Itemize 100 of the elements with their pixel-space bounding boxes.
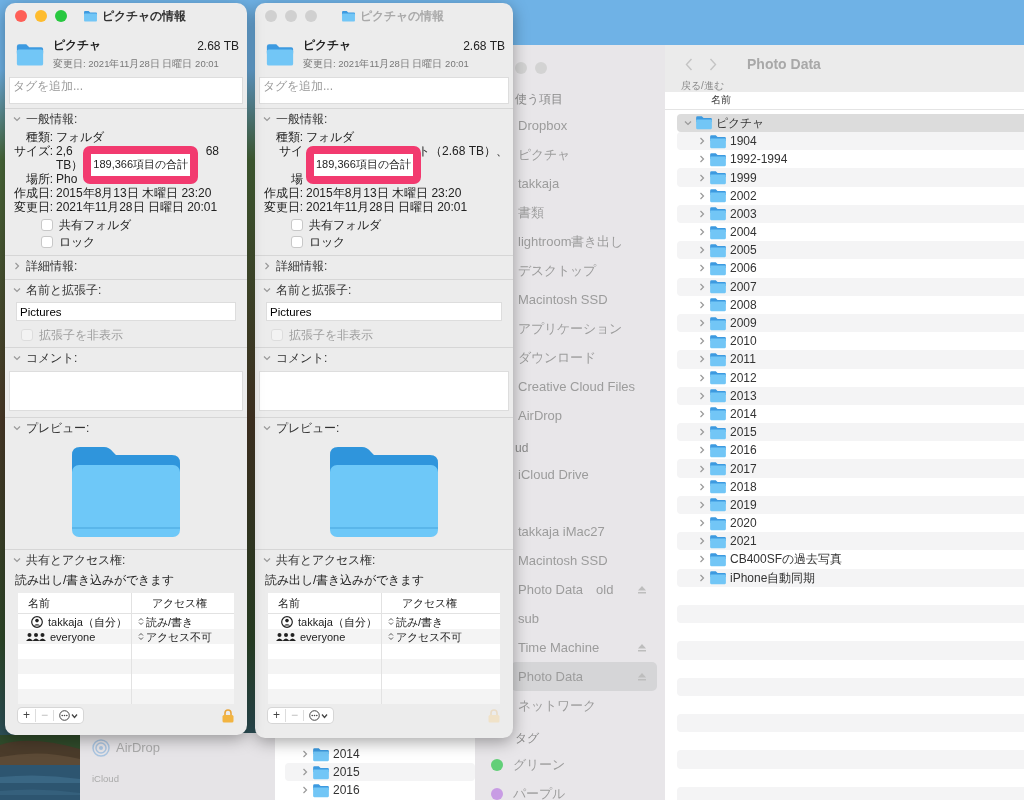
disclosure-chevron-icon[interactable] [263, 424, 271, 433]
disclosure-chevron-icon[interactable] [13, 424, 21, 433]
privilege-popup[interactable]: アクセス不可 [138, 628, 212, 645]
tree-row[interactable]: 2017 [677, 459, 1024, 478]
tree-row[interactable]: 2002 [677, 186, 1024, 205]
disclosure-chevron-icon[interactable] [698, 537, 706, 546]
updown-arrows-icon [138, 617, 144, 627]
tree-row[interactable]: CB400SFの過去写真 [677, 550, 1024, 569]
tree-row[interactable]: 2010 [677, 332, 1024, 351]
tree-row[interactable]: 2015 [285, 763, 475, 782]
tree-row[interactable]: 2008 [677, 295, 1024, 314]
disclosure-chevron-icon[interactable] [698, 282, 706, 291]
tree-row[interactable]: 1904 [677, 132, 1024, 151]
disclosure-chevron-icon[interactable] [698, 137, 706, 146]
tree-row[interactable]: 2021 [677, 532, 1024, 551]
disclosure-chevron-icon[interactable] [698, 191, 706, 200]
disclosure-chevron-icon[interactable] [301, 750, 309, 759]
disclosure-chevron-icon[interactable] [698, 246, 706, 255]
tree-row[interactable]: 2013 [677, 386, 1024, 405]
name-field[interactable]: Pictures [16, 302, 236, 322]
tree-row[interactable]: ピクチャ [677, 113, 1024, 133]
disclosure-chevron-icon[interactable] [698, 573, 706, 582]
folder-icon [709, 424, 727, 440]
disclosure-chevron-icon[interactable] [698, 482, 706, 491]
add-button[interactable]: + [18, 709, 35, 723]
tree-row[interactable]: 1992-1994 [677, 150, 1024, 169]
minimize-button[interactable] [285, 10, 297, 22]
privilege-popup[interactable]: 読み/書き [388, 613, 444, 630]
tree-row[interactable]: 2018 [677, 477, 1024, 496]
disclosure-chevron-icon[interactable] [698, 500, 706, 509]
disclosure-chevron-icon[interactable] [698, 355, 706, 364]
tree-row[interactable]: 2014 [677, 404, 1024, 424]
checkbox[interactable] [41, 236, 53, 249]
tree-row[interactable]: 2012 [677, 368, 1024, 387]
section-title: 名前と拡張子: [276, 283, 352, 298]
add-button[interactable]: + [268, 709, 285, 723]
caret-icon [321, 712, 329, 719]
tree-row[interactable]: 2016 [285, 781, 475, 800]
disclosure-chevron-icon[interactable] [263, 556, 271, 565]
close-button[interactable] [15, 10, 27, 22]
disclosure-chevron-icon[interactable] [263, 354, 271, 363]
disclosure-chevron-icon[interactable] [698, 446, 706, 455]
folder-icon [709, 370, 727, 386]
disclosure-chevron-icon[interactable] [698, 555, 706, 564]
privilege-popup[interactable]: 読み/書き [138, 613, 194, 630]
comment-field[interactable] [259, 371, 509, 412]
tree-row[interactable]: 2005 [677, 241, 1024, 260]
disclosure-chevron-icon[interactable] [13, 556, 21, 565]
window-button[interactable] [515, 62, 527, 74]
checkbox[interactable] [291, 219, 303, 232]
zoom-button[interactable] [305, 10, 317, 22]
disclosure-chevron-icon[interactable] [698, 428, 706, 437]
disclosure-chevron-icon[interactable] [698, 519, 706, 528]
disclosure-chevron-icon[interactable] [698, 228, 706, 237]
tree-row[interactable]: 2019 [677, 495, 1024, 514]
checkbox[interactable] [291, 236, 303, 249]
disclosure-chevron-icon[interactable] [698, 155, 706, 164]
tags-field[interactable]: タグを追加... [259, 77, 509, 105]
tree-row[interactable]: 2020 [677, 514, 1024, 533]
minimize-button[interactable] [35, 10, 47, 22]
tree-row[interactable]: 2003 [677, 204, 1024, 223]
disclosure-chevron-icon[interactable] [684, 118, 692, 127]
disclosure-chevron-icon[interactable] [13, 262, 21, 271]
tree-row[interactable]: iPhone自動同期 [677, 568, 1024, 587]
disclosure-chevron-icon[interactable] [263, 115, 271, 124]
tree-row[interactable]: 2006 [677, 259, 1024, 278]
tree-row[interactable]: 2016 [677, 441, 1024, 460]
tree-row[interactable]: 2014 [285, 745, 475, 764]
disclosure-chevron-icon[interactable] [698, 409, 706, 418]
tags-field[interactable]: タグを追加... [9, 77, 243, 105]
disclosure-chevron-icon[interactable] [698, 264, 706, 273]
privilege-popup[interactable]: アクセス不可 [388, 628, 462, 645]
disclosure-chevron-icon[interactable] [698, 209, 706, 218]
disclosure-chevron-icon[interactable] [698, 300, 706, 309]
disclosure-chevron-icon[interactable] [263, 262, 271, 271]
disclosure-chevron-icon[interactable] [13, 286, 21, 295]
disclosure-chevron-icon[interactable] [301, 768, 309, 777]
name-field[interactable]: Pictures [266, 302, 502, 322]
disclosure-chevron-icon[interactable] [13, 354, 21, 363]
disclosure-chevron-icon[interactable] [698, 391, 706, 400]
tree-row[interactable]: 2007 [677, 277, 1024, 296]
zoom-button[interactable] [55, 10, 67, 22]
section-title: 詳細情報: [276, 259, 328, 274]
tree-row[interactable]: 2011 [677, 350, 1024, 369]
disclosure-chevron-icon[interactable] [698, 319, 706, 328]
checkbox[interactable] [41, 219, 53, 232]
item-name: ピクチャ [53, 38, 101, 53]
disclosure-chevron-icon[interactable] [13, 115, 21, 124]
disclosure-chevron-icon[interactable] [263, 286, 271, 295]
disclosure-chevron-icon[interactable] [698, 373, 706, 382]
tree-row[interactable]: 1999 [677, 168, 1024, 187]
close-button[interactable] [265, 10, 277, 22]
disclosure-chevron-icon[interactable] [301, 786, 309, 795]
tree-row[interactable]: 2009 [677, 313, 1024, 333]
tree-row[interactable]: 2004 [677, 223, 1024, 242]
comment-field[interactable] [9, 371, 243, 412]
disclosure-chevron-icon[interactable] [698, 337, 706, 346]
tree-row[interactable]: 2015 [677, 423, 1024, 442]
disclosure-chevron-icon[interactable] [698, 464, 706, 473]
disclosure-chevron-icon[interactable] [698, 173, 706, 182]
